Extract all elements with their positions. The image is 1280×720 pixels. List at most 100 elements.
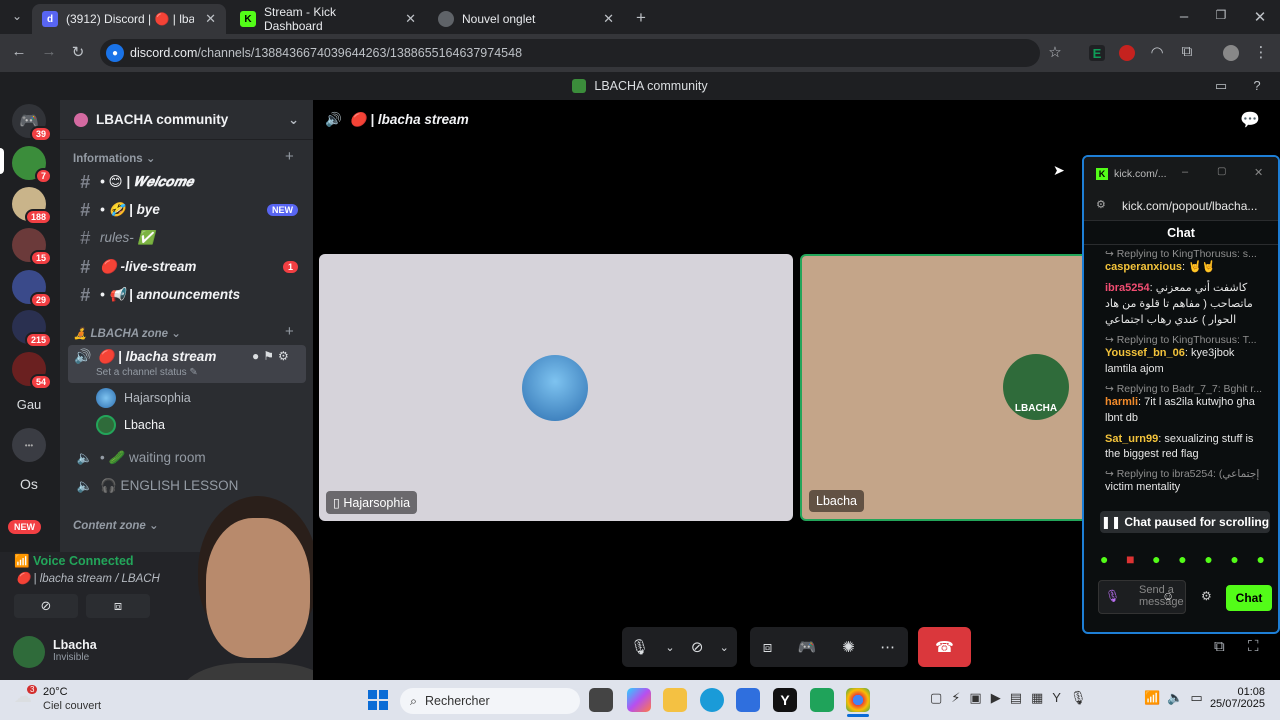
discord-home-icon[interactable]: 🎮 39 [12,104,52,142]
extension-red-icon[interactable] [1119,45,1135,61]
windows-start-icon[interactable] [368,690,388,710]
site-settings-icon[interactable]: ⚙ [1096,198,1106,211]
inbox-icon[interactable]: ▭ [1210,78,1232,94]
server-icon[interactable]: 188 [12,187,52,225]
video-tile-hajarsophia[interactable]: ▯ Hajarsophia [319,254,793,521]
camera-off-button[interactable]: ⊘ [14,594,78,618]
emote-icon[interactable]: ● [1178,551,1186,571]
channel-rules[interactable]: # rules- ✅ [70,225,306,251]
disconnect-button[interactable]: ☎ [918,627,971,667]
close-icon[interactable]: ✕ [405,11,416,27]
emote-icon[interactable]: ● [1256,551,1264,571]
reply-reference[interactable]: ↪ Replying to KingThorusus: T... [1084,334,1278,346]
app-green-icon[interactable] [810,688,834,712]
voice-user-hajarsophia[interactable]: Hajarsophia [96,386,191,410]
server-icon-small[interactable]: ••• [12,428,46,462]
invite-icon[interactable]: ⚑ [263,349,278,363]
channel-bye[interactable]: # • 🤣 | bye NEW [70,197,306,223]
server-icon[interactable]: 215 [12,310,52,348]
voice-connected-subtitle[interactable]: 🔴 | lbacha stream / LBACH [16,571,160,585]
tab-new[interactable]: Nouvel onglet ✕ [428,4,624,34]
camera-off-icon[interactable]: ⊘ [691,638,704,656]
address-bar[interactable]: ● discord.com/channels/13884366740396442… [100,39,1040,67]
restore-icon[interactable]: ❐ [1210,8,1232,22]
extensions-puzzle-icon[interactable]: ⧉ [1176,43,1198,60]
extension-e-icon[interactable]: E [1089,45,1105,61]
set-channel-status[interactable]: Set a channel status ✎ [96,367,198,378]
file-explorer-icon[interactable] [663,688,687,712]
server-os[interactable]: Os [12,470,46,498]
chat-username[interactable]: ibra5254 [1105,282,1150,294]
minimize-icon[interactable]: – [1173,8,1195,25]
soundboard-icon[interactable]: ✺ [842,638,855,656]
network-volume-battery-icons[interactable]: 📶🔈▭ [1144,690,1210,706]
activity-gamepad-icon[interactable]: 🎮 [798,638,817,656]
reply-reference[interactable]: ↪ Replying to ibra5254: (إجتماعي [1084,468,1278,480]
account-avatar[interactable] [13,636,45,668]
reload-icon[interactable]: ↻ [67,43,89,61]
close-icon[interactable]: ✕ [1254,166,1263,179]
back-icon[interactable]: ← [8,43,30,60]
add-channel-icon[interactable]: + [285,148,294,165]
server-icon[interactable]: 54 [12,352,52,390]
minimize-icon[interactable]: – [1182,166,1188,178]
new-tab-icon[interactable]: + [630,8,652,28]
chat-username[interactable]: Sat_urn99 [1105,433,1158,445]
chat-paused-banner[interactable]: ❚❚ Chat paused for scrolling [1100,511,1270,533]
server-icon[interactable]: 7 [12,146,52,184]
chrome-icon[interactable] [846,688,870,712]
server-header[interactable]: LBACHA community ⌄ [60,100,313,140]
system-tray-icons[interactable]: ▢⚡▣▶▤▦Y🎙 [930,690,1095,706]
profile-avatar-icon[interactable] [1223,45,1239,61]
send-chat-button[interactable]: Chat [1226,585,1272,611]
emoji-icon[interactable]: ☺ [1162,589,1174,603]
voice-user-lbacha[interactable]: Lbacha [96,413,165,437]
tab-search-icon[interactable]: ⌄ [6,9,28,23]
emote-icon[interactable]: ● [1152,551,1160,571]
forward-icon[interactable]: → [38,43,60,60]
more-dots-icon[interactable]: ⋯ [880,638,895,656]
popout-icon[interactable]: ⧉ [1214,638,1225,655]
task-view-icon[interactable] [589,688,613,712]
reply-reference[interactable]: ↪ Replying to KingThorusus: s... [1084,248,1278,260]
category-informations[interactable]: Informations ⌄ [73,151,155,165]
emote-icon[interactable]: ● [1204,551,1212,571]
maximize-icon[interactable]: ▢ [1217,166,1226,177]
extension-helmet-icon[interactable]: ◠ [1146,43,1168,61]
chevron-down-icon[interactable]: ⌄ [665,641,674,654]
settings-gear-icon[interactable]: ⚙ [1201,589,1212,603]
taskbar-search[interactable]: ⌕ Rechercher [400,688,580,714]
server-icon[interactable]: 15 [12,228,52,266]
edge-icon[interactable] [700,688,724,712]
server-gau[interactable]: Gau [12,390,46,418]
clock[interactable]: 01:08 25/07/2025 [1207,686,1265,710]
copilot-icon[interactable] [627,688,651,712]
emote-icon[interactable]: ● [1230,551,1238,571]
store-icon[interactable] [736,688,760,712]
server-icon[interactable]: 29 [12,270,52,308]
settings-gear-icon[interactable]: ⚙ [278,349,293,363]
chat-bubble-icon[interactable]: ● [252,349,263,363]
reply-reference[interactable]: ↪ Replying to Badr_7_7: Bghit r... [1084,383,1278,395]
add-channel-icon[interactable]: + [285,323,294,340]
channel-welcome[interactable]: # • 😊 | 𝑾𝒆𝒍𝒄𝒐𝒎𝒆 [70,169,306,195]
category-lbacha-zone[interactable]: 🧘 LBACHA zone ⌄ [73,326,181,340]
chat-bubble-icon[interactable]: 💬 [1240,110,1260,130]
help-icon[interactable]: ? [1246,78,1268,93]
chat-username[interactable]: casperanxious [1105,261,1182,273]
emote-icon[interactable]: ■ [1126,551,1134,571]
chevron-down-icon[interactable]: ⌄ [720,641,729,654]
microphone-icon[interactable]: 🎙 [630,638,649,656]
app-y-icon[interactable]: Y [773,688,797,712]
tab-discord[interactable]: d (3912) Discord | 🔴 | lbach ✕ [32,4,226,34]
fullscreen-icon[interactable]: ⛶ [1248,638,1259,655]
screen-share-icon[interactable]: ⧈ [763,639,773,656]
menu-dots-icon[interactable]: ⋮ [1250,43,1272,61]
voice-channel-waiting-room[interactable]: 🔈 • 🥒 waiting room [70,445,306,471]
category-content-zone[interactable]: Content zone ⌄ [73,518,159,532]
channel-announcements[interactable]: # • 📢 | announcements [70,282,306,308]
video-tile-lbacha[interactable]: LBACHA Lbacha [800,254,1090,521]
bookmark-star-icon[interactable]: ☆ [1044,43,1066,61]
tab-kick-dashboard[interactable]: K Stream - Kick Dashboard ✕ [230,4,426,34]
emote-icon[interactable]: ● [1100,551,1108,571]
